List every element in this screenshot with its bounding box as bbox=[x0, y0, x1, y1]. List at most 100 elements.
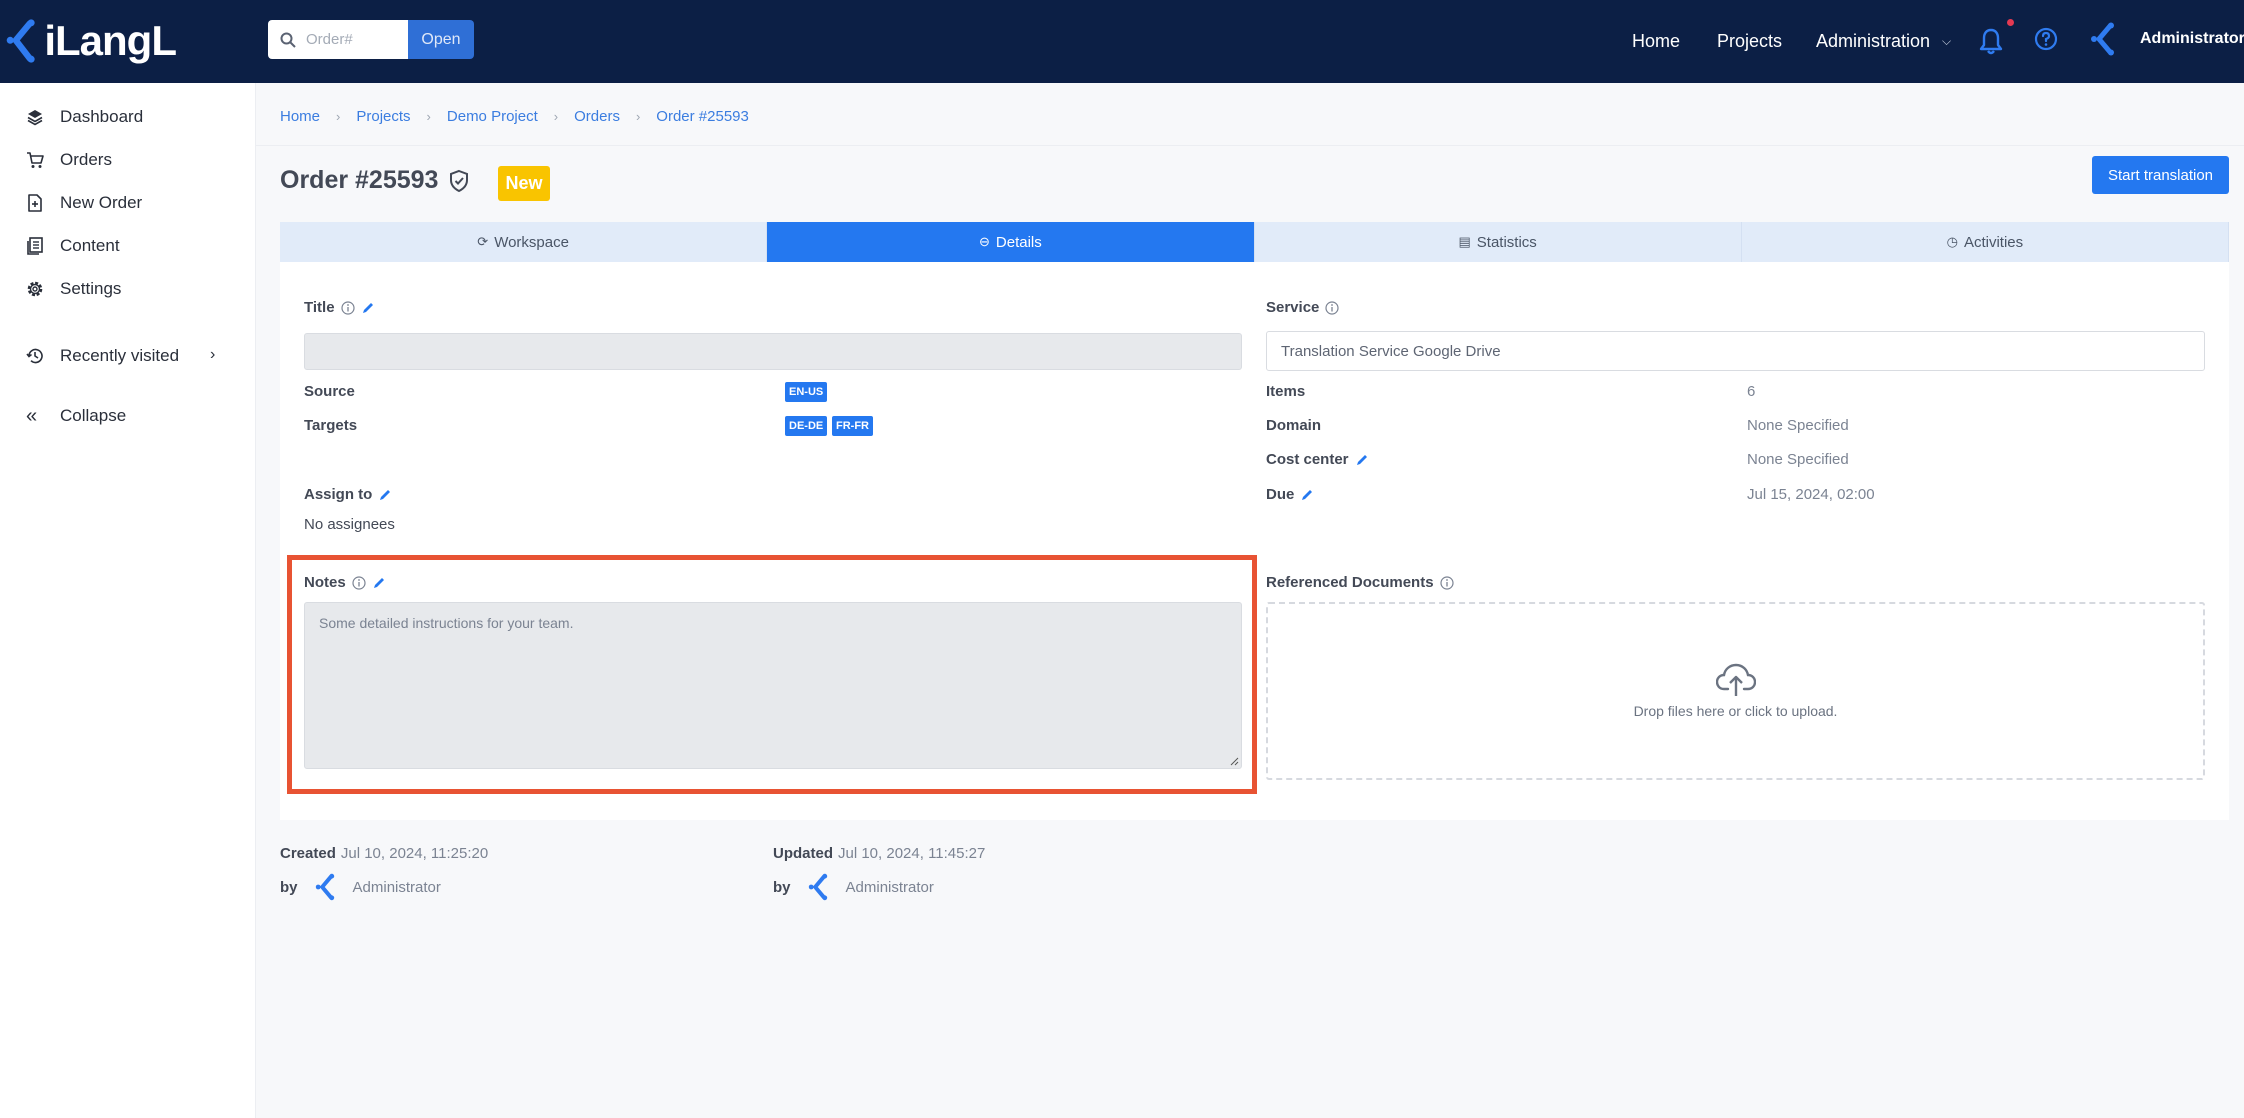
assign-to-label-text: Assign to bbox=[304, 486, 373, 503]
history-icon: ◷ bbox=[1946, 234, 1958, 249]
sidebar-item-settings[interactable]: Settings bbox=[26, 279, 121, 299]
breadcrumb-projects[interactable]: Projects bbox=[356, 108, 410, 125]
chevron-right-icon: › bbox=[553, 109, 559, 124]
user-name: Administrator bbox=[2140, 30, 2244, 47]
sidebar-item-new-order[interactable]: New Order bbox=[26, 193, 142, 213]
nav-home[interactable]: Home bbox=[1632, 0, 1680, 83]
tab-details[interactable]: ⊖ Details bbox=[767, 222, 1255, 262]
items-label: Items bbox=[1266, 383, 1306, 400]
breadcrumb-orders[interactable]: Orders bbox=[574, 108, 620, 125]
cost-center-label: Cost center bbox=[1266, 451, 1369, 468]
order-number-input[interactable] bbox=[306, 31, 406, 48]
assign-to-value: No assignees bbox=[304, 516, 395, 533]
user-menu[interactable]: Administrator bbox=[2090, 22, 2244, 56]
history-icon bbox=[26, 348, 43, 364]
chevron-right-icon[interactable]: › bbox=[210, 346, 215, 364]
nav-administration-label: Administration bbox=[1816, 31, 1931, 51]
chevron-right-icon: › bbox=[336, 109, 341, 124]
breadcrumb-home[interactable]: Home bbox=[280, 108, 320, 125]
sidebar-collapse[interactable]: « Collapse bbox=[26, 406, 126, 426]
sidebar-item-recently-visited[interactable]: Recently visited bbox=[26, 346, 179, 366]
pencil-icon[interactable] bbox=[1300, 488, 1314, 502]
pencil-icon[interactable] bbox=[378, 488, 392, 502]
due-value: Jul 15, 2024, 02:00 bbox=[1747, 486, 1875, 503]
tab-label: Workspace bbox=[494, 233, 569, 251]
minus-circle-icon: ⊖ bbox=[978, 234, 990, 249]
info-icon[interactable] bbox=[352, 575, 366, 590]
sidebar-item-label: Collapse bbox=[60, 406, 127, 425]
logo[interactable]: iLangL bbox=[6, 10, 177, 72]
sidebar-item-label: Content bbox=[60, 236, 120, 255]
pencil-icon[interactable] bbox=[1355, 453, 1369, 467]
notes-label: Notes bbox=[304, 574, 386, 591]
created-value: Jul 10, 2024, 11:25:20 bbox=[340, 845, 489, 862]
sidebar-item-content[interactable]: Content bbox=[26, 236, 120, 256]
tab-workspace[interactable]: ⟳ Workspace bbox=[280, 222, 768, 262]
domain-value: None Specified bbox=[1747, 417, 1849, 434]
referenced-documents-label: Referenced Documents bbox=[1266, 574, 1454, 591]
nav-projects[interactable]: Projects bbox=[1717, 0, 1782, 83]
search-box bbox=[268, 20, 408, 59]
notes-placeholder: Some detailed instructions for your team… bbox=[319, 615, 574, 631]
title-field[interactable] bbox=[304, 333, 1242, 370]
sidebar-item-label: Dashboard bbox=[60, 107, 144, 126]
resize-handle-icon[interactable] bbox=[1229, 756, 1239, 766]
tab-label: Details bbox=[995, 233, 1042, 251]
sidebar-item-label: New Order bbox=[60, 193, 143, 212]
chevron-right-icon: › bbox=[635, 109, 641, 124]
pencil-icon[interactable] bbox=[372, 576, 386, 590]
divider bbox=[256, 145, 2244, 146]
tab-activities[interactable]: ◷ Activities bbox=[1741, 222, 2229, 262]
sidebar-item-label: Orders bbox=[60, 150, 112, 169]
new-document-icon bbox=[28, 194, 42, 212]
info-icon[interactable] bbox=[340, 300, 355, 315]
file-dropzone[interactable]: Drop files here or click to upload. bbox=[1266, 602, 2205, 780]
bell-icon[interactable] bbox=[1978, 27, 2004, 55]
open-button[interactable]: Open bbox=[408, 20, 474, 59]
avatar bbox=[315, 873, 334, 901]
breadcrumb-demo-project[interactable]: Demo Project bbox=[447, 108, 538, 125]
sidebar-item-dashboard[interactable]: Dashboard bbox=[26, 107, 143, 127]
by-label: by bbox=[280, 878, 298, 896]
status-badge: New bbox=[498, 166, 550, 201]
info-icon[interactable] bbox=[1439, 575, 1454, 590]
sidebar-item-orders[interactable]: Orders bbox=[26, 150, 112, 170]
chevron-right-icon: › bbox=[426, 109, 431, 124]
created-by-name: Administrator bbox=[352, 878, 441, 896]
source-language-tag: EN-US bbox=[785, 382, 828, 402]
assign-to-label: Assign to bbox=[304, 486, 392, 503]
search-icon bbox=[280, 32, 296, 48]
targets-label: Targets bbox=[304, 417, 358, 434]
service-field[interactable]: Translation Service Google Drive bbox=[1266, 331, 2205, 371]
avatar bbox=[2091, 22, 2114, 56]
tab-label: Statistics bbox=[1476, 233, 1537, 251]
logo-mark-icon bbox=[6, 19, 35, 63]
cloud-upload-icon bbox=[1715, 663, 1756, 696]
cost-center-label-text: Cost center bbox=[1266, 451, 1349, 468]
chevron-down-icon: ⌵ bbox=[1942, 34, 1952, 48]
title-label: Title bbox=[304, 299, 375, 316]
target-language-tag: FR-FR bbox=[832, 416, 873, 436]
order-search: Open bbox=[268, 20, 474, 59]
pencil-icon[interactable] bbox=[361, 301, 375, 315]
created-label: Created bbox=[280, 845, 336, 862]
updated-label: Updated bbox=[773, 845, 833, 862]
dropzone-text: Drop files here or click to upload. bbox=[1633, 703, 1838, 719]
start-translation-button[interactable]: Start translation bbox=[2092, 156, 2229, 194]
tab-statistics[interactable]: ▤ Statistics bbox=[1254, 222, 1742, 262]
updated-by: by Administrator bbox=[773, 873, 934, 901]
due-label: Due bbox=[1266, 486, 1314, 503]
nav-administration[interactable]: Administration ⌵ bbox=[1816, 0, 1951, 83]
help-icon[interactable] bbox=[2034, 27, 2058, 51]
top-bar: iLangL Open Home Projects Administration… bbox=[0, 0, 2244, 83]
page-title: Order #25593 bbox=[280, 166, 470, 195]
sidebar: Dashboard Orders New Order Content Setti… bbox=[0, 83, 256, 1118]
info-icon[interactable] bbox=[1325, 300, 1339, 315]
breadcrumb-order[interactable]: Order #25593 bbox=[656, 108, 749, 125]
due-label-text: Due bbox=[1266, 486, 1295, 503]
notes-textarea[interactable]: Some detailed instructions for your team… bbox=[304, 602, 1242, 769]
gear-icon bbox=[27, 281, 43, 297]
updated-by-name: Administrator bbox=[845, 878, 934, 896]
by-label: by bbox=[773, 878, 791, 896]
content-icon bbox=[27, 237, 43, 255]
